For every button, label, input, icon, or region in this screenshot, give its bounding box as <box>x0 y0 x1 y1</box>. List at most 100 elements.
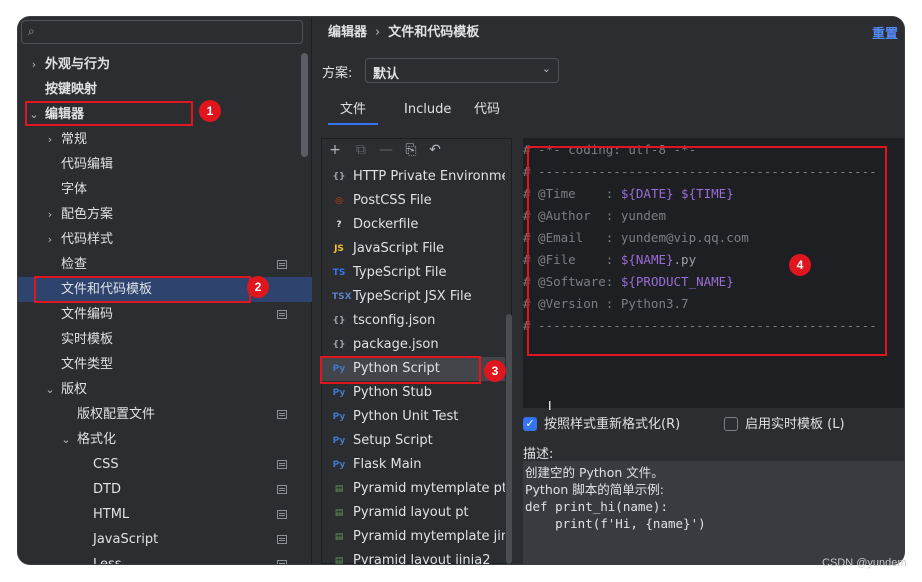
sidebar-item[interactable]: 实时模板 <box>18 327 312 352</box>
template-list-scrollbar[interactable] <box>506 314 512 564</box>
live-templates-label: 启用实时模板 (L) <box>745 417 845 432</box>
undo-icon[interactable]: ↶ <box>426 141 444 159</box>
template-item[interactable]: Py Flask Main <box>322 453 505 477</box>
tab-code[interactable]: 代码 <box>462 97 512 125</box>
annotation-badge-3: 3 <box>484 360 506 382</box>
tab-include[interactable]: Include <box>392 97 463 125</box>
checkbox-checked-icon[interactable]: ✓ <box>523 417 537 431</box>
project-settings-icon <box>277 260 287 269</box>
chevron-right-icon[interactable]: › <box>28 52 40 77</box>
project-settings-icon <box>277 460 287 469</box>
template-label: Pyramid mytemplate jinja2 <box>353 529 505 544</box>
sidebar-item-label: JavaScript <box>93 532 159 547</box>
chevron-right-icon[interactable]: › <box>44 227 56 252</box>
template-label: Pyramid layout pt <box>353 505 469 520</box>
sidebar-item[interactable]: 版权配置文件 <box>18 402 312 427</box>
file-type-icon: Py <box>332 412 346 422</box>
template-item[interactable]: TS TypeScript File <box>322 261 505 285</box>
highlight-box-3 <box>320 356 481 384</box>
sidebar-item[interactable]: 字体 <box>18 177 312 202</box>
template-list-panel: + ⧉ — ⎘ ↶ {} HTTP Private Environment ◎ Pos… <box>321 138 512 564</box>
template-item[interactable]: ▤ Pyramid layout jinja2 <box>322 549 505 564</box>
sidebar-item[interactable]: 代码编辑 <box>18 152 312 177</box>
sidebar-item[interactable]: 文件编码 <box>18 302 312 327</box>
sidebar-item[interactable]: 文件类型 <box>18 352 312 377</box>
template-item[interactable]: JS JavaScript File <box>322 237 505 261</box>
template-item[interactable]: ▤ Pyramid layout pt <box>322 501 505 525</box>
template-item[interactable]: Py Python Stub <box>322 381 505 405</box>
breadcrumb-file-templates: 文件和代码模板 <box>388 25 480 40</box>
template-item[interactable]: ▤ Pyramid mytemplate pt <box>322 477 505 501</box>
sidebar-scrollbar[interactable] <box>301 53 308 157</box>
file-type-icon: TS <box>332 268 346 278</box>
chevron-right-icon[interactable]: › <box>44 127 56 152</box>
sidebar-item-label: 常规 <box>61 132 88 147</box>
sidebar-item[interactable]: JavaScript <box>18 527 312 552</box>
template-label: Python Unit Test <box>353 409 459 424</box>
annotation-badge-2: 2 <box>247 276 269 298</box>
file-type-icon: TSX <box>332 292 352 302</box>
tab-files[interactable]: 文件 <box>328 97 379 125</box>
sidebar-item[interactable]: 按键映射 <box>18 77 312 102</box>
sidebar-item[interactable]: › 配色方案 <box>18 202 312 227</box>
sidebar-item-label: CSS <box>93 457 119 472</box>
breadcrumb: 编辑器 › 文件和代码模板 <box>328 23 479 43</box>
description-box: 创建空的 Python 文件。 Python 脚本的简单示例: def print_… <box>523 461 904 564</box>
sidebar-item[interactable]: › 常规 <box>18 127 312 152</box>
template-item[interactable]: ◎ PostCSS File <box>322 189 505 213</box>
file-type-icon: ? <box>336 220 342 230</box>
chevron-right-icon[interactable]: › <box>44 202 56 227</box>
checkbox-unchecked-icon[interactable] <box>724 417 738 431</box>
copy-icon[interactable]: ⧉ <box>352 141 370 159</box>
template-label: JavaScript File <box>353 241 445 256</box>
annotation-badge-1: 1 <box>199 100 221 122</box>
scheme-value: 默认 <box>373 67 400 82</box>
sidebar-item[interactable]: CSS <box>18 452 312 477</box>
sidebar-item[interactable]: HTML <box>18 502 312 527</box>
description-label: 描述: <box>523 447 554 462</box>
sidebar-item-label: 字体 <box>61 182 88 197</box>
template-item[interactable]: {} tsconfig.json <box>322 309 505 333</box>
sidebar-item-label: 检查 <box>61 257 88 272</box>
sidebar-item-label: 版权配置文件 <box>77 407 156 422</box>
template-item[interactable]: TSX TypeScript JSX File <box>322 285 505 309</box>
scheme-label: 方案: <box>322 66 353 81</box>
sidebar-item[interactable]: ⌄ 版权 <box>18 377 312 402</box>
sidebar-item[interactable]: 检查 <box>18 252 312 277</box>
file-type-icon: Py <box>332 388 346 398</box>
template-item[interactable]: Py Setup Script <box>322 429 505 453</box>
template-label: Dockerfile <box>353 217 419 232</box>
sidebar-item[interactable]: Less <box>18 552 312 564</box>
sidebar-item[interactable]: › 代码样式 <box>18 227 312 252</box>
remove-icon[interactable]: — <box>377 141 395 159</box>
template-item[interactable]: {} package.json <box>322 333 505 357</box>
add-icon[interactable]: + <box>326 141 344 159</box>
chevron-down-icon[interactable]: ⌄ <box>60 427 72 452</box>
template-item[interactable]: ? Dockerfile <box>322 213 505 237</box>
sidebar-item[interactable]: › 外观与行为 <box>18 52 312 77</box>
reset-link[interactable]: 重置 <box>872 23 898 42</box>
file-type-icon: ◎ <box>335 196 343 206</box>
template-toolbar: + ⧉ — ⎘ ↶ <box>322 139 513 163</box>
template-item[interactable]: ▤ Pyramid mytemplate jinja2 <box>322 525 505 549</box>
sidebar-item[interactable]: DTD <box>18 477 312 502</box>
sidebar-item-label: 版权 <box>61 382 88 397</box>
project-settings-icon <box>277 410 287 419</box>
text-cursor-icon: I <box>548 399 552 413</box>
file-type-icon: {} <box>332 340 346 350</box>
file-type-icon: {} <box>332 316 346 326</box>
description-line: def print_hi(name): <box>525 499 668 514</box>
template-item[interactable]: Py Python Unit Test <box>322 405 505 429</box>
template-item[interactable]: {} HTTP Private Environment <box>322 165 505 189</box>
duplicate-icon[interactable]: ⎘ <box>402 141 420 159</box>
watermark: CSDN @yundem <box>822 557 907 569</box>
scheme-select[interactable]: 默认 ⌄ <box>365 58 559 83</box>
sidebar-item[interactable]: ⌄ 格式化 <box>18 427 312 452</box>
sidebar-item-label: 按键映射 <box>45 82 98 97</box>
template-label: TypeScript File <box>353 265 447 280</box>
breadcrumb-editor[interactable]: 编辑器 <box>328 25 367 40</box>
chevron-down-icon[interactable]: ⌄ <box>44 377 56 402</box>
chevron-down-icon: ⌄ <box>541 62 551 75</box>
search-input[interactable]: ⌕ <box>21 20 303 44</box>
template-label: TypeScript JSX File <box>353 289 472 304</box>
